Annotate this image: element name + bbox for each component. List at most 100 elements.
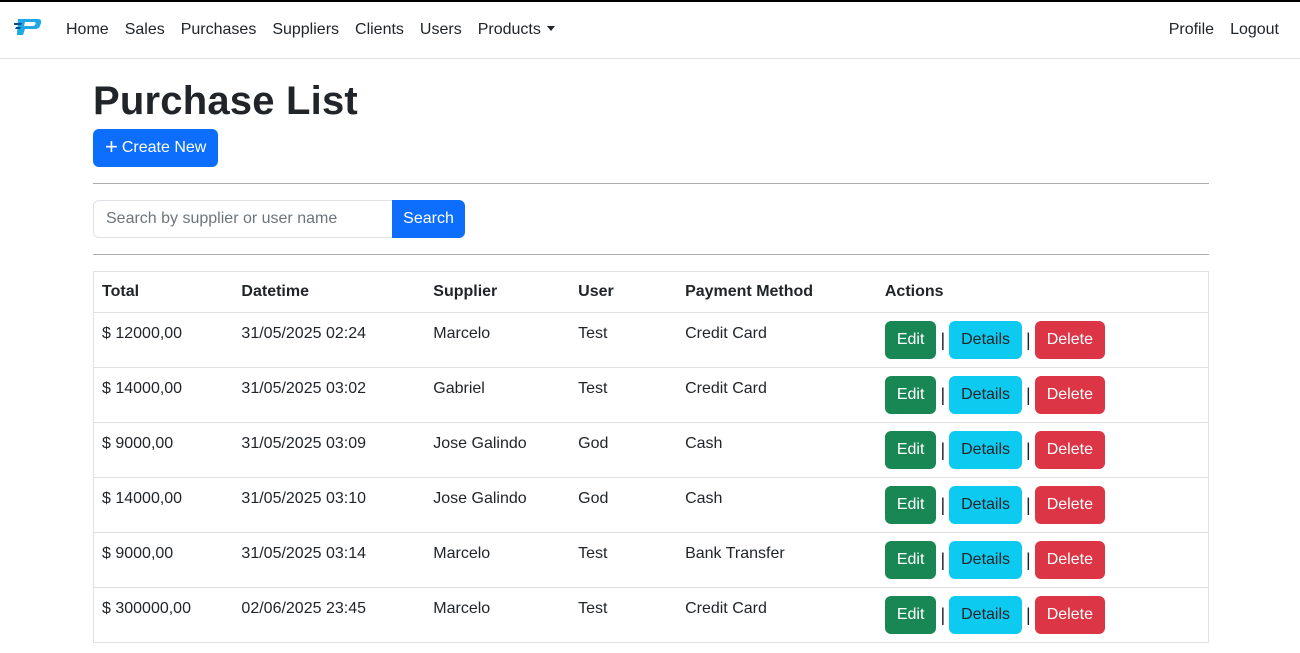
datetime-cell: 31/05/2025 03:09: [233, 422, 426, 478]
nav-dropdown-label: Products: [477, 21, 541, 38]
column-header-datetime: Datetime: [233, 271, 426, 313]
total-cell: $ 14000,00: [93, 367, 234, 423]
nav-item-logout[interactable]: Logout: [1230, 21, 1279, 39]
action-separator: |: [940, 384, 946, 405]
column-header-user: User: [570, 271, 678, 313]
delete-button[interactable]: Delete: [1034, 486, 1105, 524]
table-row: $ 14000,00 31/05/2025 03:10 Jose Galindo Go…: [93, 477, 1209, 533]
total-cell: $ 300000,00: [93, 587, 234, 643]
nav-item-suppliers[interactable]: Suppliers: [272, 21, 339, 39]
payment-method-cell: Credit Card: [677, 367, 877, 423]
edit-button[interactable]: Edit: [884, 321, 937, 359]
page-title: Purchase List: [93, 79, 358, 123]
actions-cell: Edit | Details | Delete: [876, 367, 1209, 423]
actions-cell: Edit | Details | Delete: [876, 532, 1209, 588]
action-separator: |: [940, 604, 946, 625]
nav-item-home[interactable]: Home: [66, 21, 109, 39]
user-cell: Test: [570, 312, 678, 368]
nav-item-products-dropdown[interactable]: Products: [478, 21, 555, 39]
search-input[interactable]: [93, 200, 392, 238]
action-separator: |: [1026, 549, 1031, 570]
nav-item-users[interactable]: Users: [420, 21, 462, 39]
supplier-cell: Marcelo: [425, 587, 571, 643]
datetime-cell: 31/05/2025 03:02: [233, 367, 426, 423]
user-cell: God: [570, 422, 678, 478]
user-cell: God: [570, 477, 678, 533]
user-cell: Test: [570, 532, 678, 588]
total-cell: $ 12000,00: [93, 312, 234, 368]
action-separator: |: [1026, 494, 1031, 515]
table-row: $ 14000,00 31/05/2025 03:02 Gabriel Test Cre…: [93, 367, 1209, 423]
delete-button[interactable]: Delete: [1034, 596, 1105, 634]
edit-button[interactable]: Edit: [884, 486, 937, 524]
table-row: $ 300000,00 02/06/2025 23:45 Marcelo Test Cr…: [93, 587, 1209, 643]
supplier-cell: Gabriel: [425, 367, 571, 423]
supplier-cell: Jose Galindo: [425, 422, 571, 478]
nav-item-clients[interactable]: Clients: [355, 21, 404, 39]
action-separator: |: [1026, 604, 1031, 625]
nav-item-sales[interactable]: Sales: [125, 21, 165, 39]
payment-method-cell: Bank Transfer: [677, 532, 877, 588]
payment-method-cell: Cash: [677, 477, 877, 533]
supplier-cell: Marcelo: [425, 532, 571, 588]
details-button[interactable]: Details: [949, 486, 1023, 524]
details-button[interactable]: Details: [949, 321, 1023, 359]
table-row: $ 9000,00 31/05/2025 03:14 Marcelo Test Bank…: [93, 532, 1209, 588]
details-button[interactable]: Details: [949, 431, 1023, 469]
column-header-actions: Actions: [876, 271, 1209, 313]
actions-cell: Edit | Details | Delete: [876, 587, 1209, 643]
datetime-cell: 31/05/2025 02:24: [233, 312, 426, 368]
nav-menu: Home Sales Purchases Suppliers Clients Users P…: [66, 21, 571, 39]
delete-button[interactable]: Delete: [1034, 431, 1105, 469]
edit-button[interactable]: Edit: [884, 596, 937, 634]
chevron-down-icon: [546, 26, 555, 31]
divider: [93, 183, 1209, 184]
table-row: $ 9000,00 31/05/2025 03:09 Jose Galindo God…: [93, 422, 1209, 478]
action-separator: |: [940, 549, 946, 570]
action-separator: |: [940, 439, 946, 460]
details-button[interactable]: Details: [949, 376, 1023, 414]
search-form: Search: [93, 200, 1209, 238]
payment-method-cell: Cash: [677, 422, 877, 478]
column-header-payment-method: Payment Method: [677, 271, 877, 313]
purchase-table: Total Datetime Supplier User Payment Method A…: [93, 271, 1209, 643]
user-cell: Test: [570, 587, 678, 643]
details-button[interactable]: Details: [949, 541, 1023, 579]
column-header-supplier: Supplier: [425, 271, 571, 313]
datetime-cell: 31/05/2025 03:14: [233, 532, 426, 588]
column-header-total: Total: [93, 271, 234, 313]
edit-button[interactable]: Edit: [884, 376, 937, 414]
action-separator: |: [1026, 384, 1031, 405]
supplier-cell: Jose Galindo: [425, 477, 571, 533]
total-cell: $ 9000,00: [93, 422, 234, 478]
create-new-button[interactable]: + Create New: [93, 129, 219, 167]
payment-method-cell: Credit Card: [677, 587, 877, 643]
delete-button[interactable]: Delete: [1034, 541, 1105, 579]
edit-button[interactable]: Edit: [884, 431, 937, 469]
delete-button[interactable]: Delete: [1034, 376, 1105, 414]
table-row: $ 12000,00 31/05/2025 02:24 Marcelo Test Cre…: [93, 312, 1209, 368]
delete-button[interactable]: Delete: [1034, 321, 1105, 359]
details-button[interactable]: Details: [949, 596, 1023, 634]
logo-p-icon[interactable]: [14, 15, 42, 39]
actions-cell: Edit | Details | Delete: [876, 422, 1209, 478]
nav-item-profile[interactable]: Profile: [1169, 21, 1214, 39]
table-header-row: Total Datetime Supplier User Payment Method A…: [93, 271, 1209, 313]
actions-cell: Edit | Details | Delete: [876, 477, 1209, 533]
actions-cell: Edit | Details | Delete: [876, 312, 1209, 368]
nav-user-menu: Profile Logout: [1153, 21, 1286, 39]
search-button[interactable]: Search: [392, 200, 465, 238]
datetime-cell: 31/05/2025 03:10: [233, 477, 426, 533]
edit-button[interactable]: Edit: [884, 541, 937, 579]
action-separator: |: [940, 494, 946, 515]
total-cell: $ 9000,00: [93, 532, 234, 588]
create-new-label: Create New: [121, 139, 207, 156]
payment-method-cell: Credit Card: [677, 312, 877, 368]
nav-item-purchases[interactable]: Purchases: [181, 21, 257, 39]
datetime-cell: 02/06/2025 23:45: [233, 587, 426, 643]
supplier-cell: Marcelo: [425, 312, 571, 368]
total-cell: $ 14000,00: [93, 477, 234, 533]
action-separator: |: [1026, 439, 1031, 460]
navbar: Home Sales Purchases Suppliers Clients Users P…: [0, 2, 1300, 59]
main-content: Purchase List + Create New Search TotalD…: [93, 59, 1209, 643]
